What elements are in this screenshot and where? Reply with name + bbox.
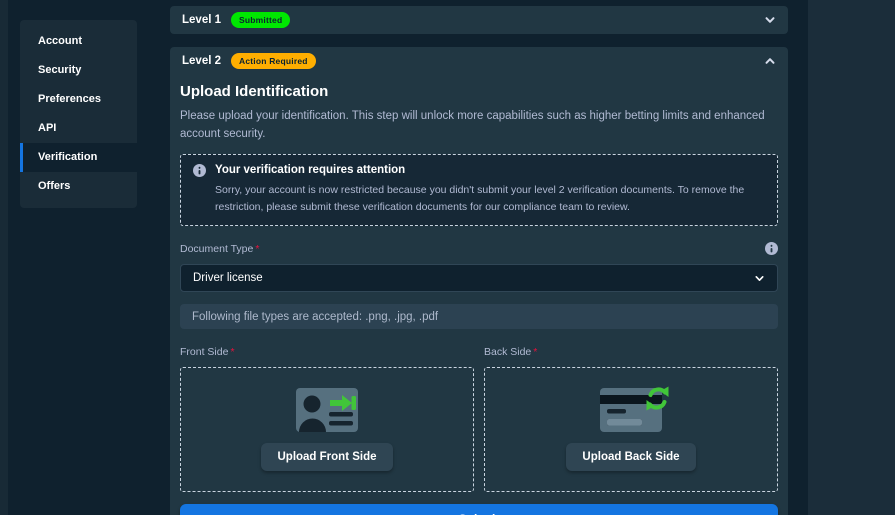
info-icon: [193, 164, 206, 177]
document-type-row: Document Type*: [180, 239, 778, 257]
document-type-selected-value: Driver license: [193, 272, 263, 284]
required-marker: *: [533, 346, 537, 358]
document-type-select[interactable]: Driver license: [180, 264, 778, 292]
verification-content: Level 1 Submitted Level 2 Action Require…: [170, 6, 788, 515]
document-type-info-icon[interactable]: [765, 242, 778, 255]
sidebar-item-api[interactable]: API: [20, 114, 137, 143]
id-card-front-icon: [296, 388, 358, 432]
chevron-up-icon: [764, 55, 776, 67]
file-types-note: Following file types are accepted: .png,…: [180, 304, 778, 329]
sidebar-item-verification[interactable]: Verification: [20, 143, 137, 172]
chevron-down-icon: [764, 14, 776, 26]
document-type-label: Document Type: [180, 243, 253, 255]
sidebar-item-security[interactable]: Security: [20, 56, 137, 85]
front-side-label: Front Side*: [180, 342, 474, 360]
level2-accordion-header[interactable]: Level 2 Action Required: [170, 47, 788, 75]
upload-front-side-button[interactable]: Upload Front Side: [261, 443, 392, 471]
left-edge-strip: [0, 0, 8, 515]
submit-button[interactable]: Submit: [180, 504, 778, 515]
warning-title: Your verification requires attention: [215, 164, 405, 176]
sidebar-item-offers[interactable]: Offers: [20, 172, 137, 201]
required-marker: *: [255, 243, 259, 255]
upload-grid: Front Side*: [180, 342, 778, 492]
level2-accordion: Level 2 Action Required Upload Identific…: [170, 47, 788, 515]
id-card-back-icon: [600, 388, 662, 432]
refresh-arrows-icon: [644, 385, 671, 412]
level1-status-badge: Submitted: [231, 12, 290, 28]
chevron-down-icon: [754, 273, 765, 284]
section-description: Please upload your identification. This …: [180, 107, 778, 144]
level2-status-badge: Action Required: [231, 53, 316, 69]
level1-accordion-header[interactable]: Level 1 Submitted: [170, 6, 788, 34]
verification-warning-box: Your verification requires attention Sor…: [180, 154, 778, 227]
verification-settings-page: Account Security Preferences API Verific…: [0, 0, 895, 515]
right-panel-strip: [808, 0, 895, 515]
level2-title: Level 2: [182, 55, 221, 67]
level1-title: Level 1: [182, 14, 221, 26]
warning-body: Sorry, your account is now restricted be…: [215, 182, 765, 216]
front-side-column: Front Side*: [180, 342, 474, 492]
required-marker: *: [230, 346, 234, 358]
sidebar-item-preferences[interactable]: Preferences: [20, 85, 137, 114]
back-side-label: Back Side*: [484, 342, 778, 360]
level2-body: Upload Identification Please upload your…: [170, 75, 788, 515]
back-side-dropzone[interactable]: Upload Back Side: [484, 367, 778, 492]
section-heading: Upload Identification: [180, 83, 778, 100]
front-side-dropzone[interactable]: Upload Front Side: [180, 367, 474, 492]
sidebar-item-account[interactable]: Account: [20, 27, 137, 56]
upload-back-side-button[interactable]: Upload Back Side: [566, 443, 695, 471]
settings-sidebar: Account Security Preferences API Verific…: [20, 20, 137, 208]
back-side-column: Back Side*: [484, 342, 778, 492]
